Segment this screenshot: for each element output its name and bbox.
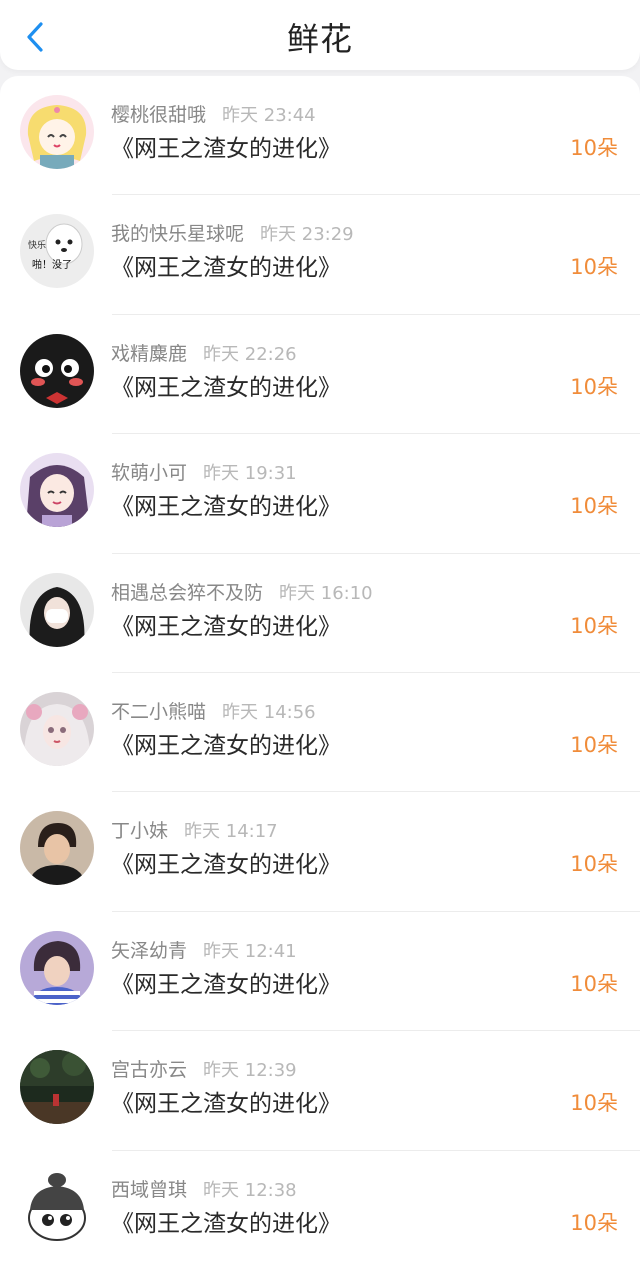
list-item[interactable]: 西域曾琪 昨天 12:38 《网王之渣女的进化》 10朵: [0, 1151, 640, 1268]
timestamp: 昨天 22:26: [203, 343, 297, 365]
item-meta: 我的快乐星球呢 昨天 23:29: [111, 219, 354, 246]
user-name[interactable]: 矢泽幼青: [111, 940, 187, 962]
user-name[interactable]: 樱桃很甜哦: [111, 104, 206, 126]
flower-count: 10朵: [570, 852, 618, 877]
item-meta: 不二小熊喵 昨天 14:56: [111, 697, 316, 724]
avatar[interactable]: [20, 691, 94, 766]
item-meta: 相遇总会猝不及防 昨天 16:10: [111, 578, 373, 605]
avatar-caption: 快乐: [28, 241, 47, 252]
user-name[interactable]: 我的快乐星球呢: [111, 223, 244, 245]
book-title[interactable]: 《网王之渣女的进化》: [111, 1204, 341, 1238]
avatar[interactable]: [20, 1169, 94, 1244]
avatar[interactable]: [20, 333, 94, 408]
timestamp: 昨天 23:44: [222, 105, 316, 126]
avatar[interactable]: [20, 1050, 94, 1125]
avatar[interactable]: [20, 572, 94, 647]
list-item[interactable]: 软萌小可 昨天 19:31 《网王之渣女的进化》 10朵: [0, 434, 640, 554]
timestamp: 昨天 14:56: [222, 701, 316, 723]
timestamp: 昨天 23:29: [260, 224, 354, 246]
flower-count: 10朵: [570, 971, 618, 996]
avatar[interactable]: [20, 453, 94, 528]
item-meta: 西域曾琪 昨天 12:38: [111, 1175, 297, 1202]
list-item[interactable]: 不二小熊喵 昨天 14:56 《网王之渣女的进化》 10朵: [0, 673, 640, 793]
avatar[interactable]: [20, 95, 94, 169]
item-meta: 樱桃很甜哦 昨天 23:44: [111, 100, 316, 127]
flower-count: 10朵: [570, 613, 618, 638]
user-name[interactable]: 软萌小可: [111, 462, 187, 484]
timestamp: 昨天 12:39: [203, 1060, 297, 1082]
list-item[interactable]: 相遇总会猝不及防 昨天 16:10 《网王之渣女的进化》 10朵: [0, 554, 640, 674]
flower-count: 10朵: [570, 374, 618, 399]
item-meta: 丁小妹 昨天 14:17: [111, 816, 278, 843]
book-title[interactable]: 《网王之渣女的进化》: [111, 965, 341, 999]
book-title[interactable]: 《网王之渣女的进化》: [111, 1084, 341, 1118]
item-meta: 软萌小可 昨天 19:31: [111, 458, 297, 485]
timestamp: 昨天 12:41: [203, 940, 297, 962]
user-name[interactable]: 宫古亦云: [111, 1059, 187, 1081]
avatar-caption: 啪！没了: [32, 260, 72, 272]
user-name[interactable]: 西域曾琪: [111, 1179, 187, 1201]
timestamp: 昨天 12:38: [203, 1179, 297, 1201]
flower-count: 10朵: [570, 494, 618, 519]
flower-count: 10朵: [570, 732, 618, 757]
flower-count: 10朵: [570, 255, 618, 280]
item-meta: 戏精麋鹿 昨天 22:26: [111, 339, 297, 366]
list-item[interactable]: 樱桃很甜哦 昨天 23:44 《网王之渣女的进化》 10朵: [0, 76, 640, 196]
list-item[interactable]: 宫古亦云 昨天 12:39 《网王之渣女的进化》 10朵: [0, 1031, 640, 1151]
user-name[interactable]: 戏精麋鹿: [111, 343, 187, 365]
flower-gift-list: 樱桃很甜哦 昨天 23:44 《网王之渣女的进化》 10朵 快乐啪！没了 我的快乐…: [0, 76, 640, 1268]
avatar[interactable]: 快乐啪！没了: [20, 214, 94, 289]
book-title[interactable]: 《网王之渣女的进化》: [111, 129, 341, 163]
item-meta: 矢泽幼青 昨天 12:41: [111, 936, 297, 963]
list-item[interactable]: 快乐啪！没了 我的快乐星球呢 昨天 23:29 《网王之渣女的进化》 10朵: [0, 195, 640, 316]
timestamp: 昨天 16:10: [279, 582, 373, 604]
nav-bar: 鲜花: [0, 0, 640, 70]
flower-count: 10朵: [570, 1210, 618, 1235]
item-meta: 宫古亦云 昨天 12:39: [111, 1055, 297, 1082]
book-title[interactable]: 《网王之渣女的进化》: [111, 726, 341, 760]
page-title: 鲜花: [286, 20, 353, 58]
avatar[interactable]: [20, 930, 94, 1005]
flower-count: 10朵: [570, 1091, 618, 1116]
user-name[interactable]: 不二小熊喵: [111, 701, 206, 723]
avatar[interactable]: [20, 811, 94, 886]
list-item[interactable]: 戏精麋鹿 昨天 22:26 《网王之渣女的进化》 10朵: [0, 315, 640, 435]
list-item[interactable]: 矢泽幼青 昨天 12:41 《网王之渣女的进化》 10朵: [0, 912, 640, 1032]
flower-count: 10朵: [570, 136, 618, 160]
timestamp: 昨天 14:17: [184, 821, 278, 843]
user-name[interactable]: 丁小妹: [111, 820, 168, 842]
book-title[interactable]: 《网王之渣女的进化》: [111, 607, 341, 641]
timestamp: 昨天 19:31: [203, 463, 297, 485]
book-title[interactable]: 《网王之渣女的进化》: [111, 845, 341, 879]
book-title[interactable]: 《网王之渣女的进化》: [111, 487, 341, 521]
book-title[interactable]: 《网王之渣女的进化》: [111, 368, 341, 402]
user-name[interactable]: 相遇总会猝不及防: [111, 582, 263, 604]
list-item[interactable]: 丁小妹 昨天 14:17 《网王之渣女的进化》 10朵: [0, 792, 640, 913]
book-title[interactable]: 《网王之渣女的进化》: [111, 248, 341, 282]
